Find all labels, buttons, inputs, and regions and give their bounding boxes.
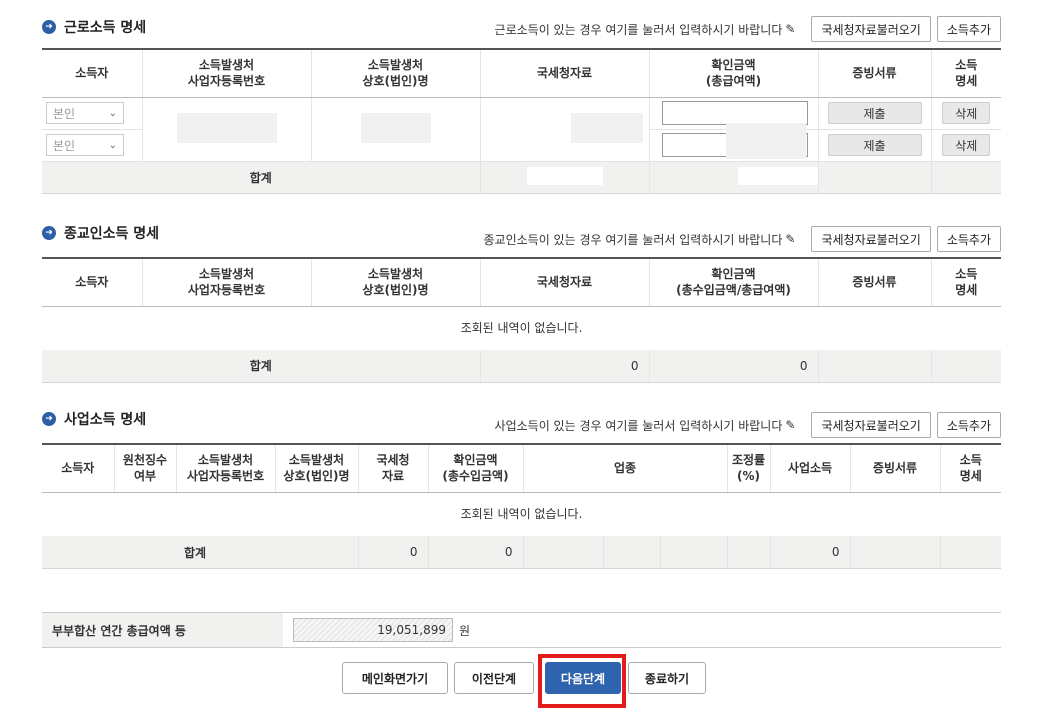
labor-table: 소득자 소득발생처 사업자등록번호 소득발생처 상호(법인)명 국세청자료 확인… <box>42 48 1001 194</box>
col-nts-data: 국세청 자료 <box>357 443 428 493</box>
col-biz-reg-no: 소득발생처 사업자등록번호 <box>141 48 311 98</box>
col-adjust-rate: 조정률 (%) <box>726 443 770 493</box>
labor-section-title: ➜ 근로소득 명세 <box>42 16 146 38</box>
pencil-note-icon[interactable]: ✎ <box>785 418 795 432</box>
business-table: 소득자 원천징수 여부 소득발생처 사업자등록번호 소득발생처 상호(법인)명 … <box>42 443 1001 569</box>
empty-message: 조회된 내역이 없습니다. <box>460 320 583 335</box>
masked-company-name <box>360 112 431 143</box>
sum-row: 합계 0 0 0 <box>42 536 1001 569</box>
delete-row-button[interactable]: 삭제 <box>942 134 991 156</box>
table-row: 본인 ⌄ 제출 삭제 <box>42 97 1001 162</box>
sum-confirmed-amount: 0 <box>648 350 818 383</box>
col-biz-reg-no: 소득발생처 사업자등록번호 <box>141 257 311 307</box>
col-evidence: 증빙서류 <box>849 443 940 493</box>
col-company-name: 소득발생처 상호(법인)명 <box>310 48 480 98</box>
submit-evidence-button[interactable]: 제출 <box>827 102 922 124</box>
col-confirmed-amount: 확인금액 (총수입금액/총급여액) <box>648 257 818 307</box>
business-title-text: 사업소득 명세 <box>64 412 147 428</box>
business-tools: 사업소득이 있는 경우 여기를 눌러서 입력하시기 바랍니다 ✎ 국세청자료불러… <box>495 412 1001 438</box>
col-income-detail: 소득 명세 <box>930 48 1001 98</box>
religious-section-title: ➜ 종교인소득 명세 <box>42 222 159 244</box>
sum-nts-data: 0 <box>479 350 649 383</box>
bullet-arrow-icon: ➜ <box>42 20 56 34</box>
religious-add-button[interactable]: 소득추가 <box>936 226 1001 252</box>
col-income-detail: 소득 명세 <box>930 257 1001 307</box>
couple-total-bar: 부부합산 연간 총급여액 등 19,051,899 원 <box>42 612 1001 648</box>
labor-add-button[interactable]: 소득추가 <box>936 16 1001 42</box>
delete-row-button[interactable]: 삭제 <box>942 102 991 124</box>
religious-title-text: 종교인소득 명세 <box>64 226 160 242</box>
col-evidence: 증빙서류 <box>817 48 931 98</box>
sum-label: 합계 <box>42 161 480 194</box>
religious-note-link[interactable]: 종교인소득이 있는 경우 여기를 눌러서 입력하시기 바랍니다 <box>484 231 783 248</box>
col-nts-data: 국세청자료 <box>479 257 649 307</box>
bullet-arrow-icon: ➜ <box>42 412 56 426</box>
col-industry: 업종 <box>522 443 727 493</box>
business-import-button[interactable]: 국세청자료불러오기 <box>811 412 931 438</box>
finish-button[interactable]: 종료하기 <box>628 662 706 694</box>
bullet-arrow-icon: ➜ <box>42 226 56 240</box>
business-note-link[interactable]: 사업소득이 있는 경우 여기를 눌러서 입력하시기 바랍니다 <box>495 417 783 434</box>
col-confirmed-amount: 확인금액 (총급여액) <box>648 48 818 98</box>
pencil-note-icon[interactable]: ✎ <box>785 22 795 36</box>
col-withholding: 원천징수 여부 <box>113 443 176 493</box>
pencil-note-icon[interactable]: ✎ <box>785 232 795 246</box>
empty-message: 조회된 내역이 없습니다. <box>460 506 583 521</box>
chevron-down-icon: ⌄ <box>108 139 117 151</box>
masked-nts-data <box>570 112 643 143</box>
earner-select[interactable]: 본인 ⌄ <box>46 134 124 156</box>
empty-row: 조회된 내역이 없습니다. <box>42 306 1001 348</box>
col-confirmed-amount: 확인금액 (총수입금액) <box>427 443 523 493</box>
col-biz-reg-no: 소득발생처 사업자등록번호 <box>175 443 275 493</box>
sum-confirmed-amount: 0 <box>427 536 523 569</box>
labor-note-link[interactable]: 근로소득이 있는 경우 여기를 눌러서 입력하시기 바랍니다 <box>495 21 783 38</box>
masked-biz-reg-no <box>176 112 277 143</box>
masked-sum <box>737 166 818 185</box>
col-business-income: 사업소득 <box>769 443 850 493</box>
col-earner: 소득자 <box>42 257 142 307</box>
col-earner: 소득자 <box>42 443 114 493</box>
col-nts-data: 국세청자료 <box>479 48 649 98</box>
business-section-title: ➜ 사업소득 명세 <box>42 408 146 430</box>
masked-overlay <box>726 123 806 159</box>
main-page-button[interactable]: 메인화면가기 <box>342 662 448 694</box>
col-evidence: 증빙서류 <box>817 257 931 307</box>
sum-row: 합계 0 0 <box>42 350 1001 383</box>
sum-label: 합계 <box>42 536 358 569</box>
next-step-highlight-box <box>538 654 626 708</box>
labor-tools: 근로소득이 있는 경우 여기를 눌러서 입력하시기 바랍니다 ✎ 국세청자료불러… <box>495 16 1001 42</box>
prev-step-button[interactable]: 이전단계 <box>454 662 534 694</box>
religious-table: 소득자 소득발생처 사업자등록번호 소득발생처 상호(법인)명 국세청자료 확인… <box>42 257 1001 383</box>
currency-unit: 원 <box>459 623 471 638</box>
couple-total-label: 부부합산 연간 총급여액 등 <box>42 613 283 647</box>
col-earner: 소득자 <box>42 48 142 98</box>
submit-evidence-button[interactable]: 제출 <box>827 134 922 156</box>
sum-row: 합계 <box>42 161 1001 194</box>
labor-title-text: 근로소득 명세 <box>64 20 147 36</box>
chevron-down-icon: ⌄ <box>108 107 117 119</box>
col-income-detail: 소득 명세 <box>939 443 1001 493</box>
labor-import-button[interactable]: 국세청자료불러오기 <box>811 16 931 42</box>
religious-tools: 종교인소득이 있는 경우 여기를 눌러서 입력하시기 바랍니다 ✎ 국세청자료불… <box>484 226 1001 252</box>
sum-label: 합계 <box>42 350 480 383</box>
religious-import-button[interactable]: 국세청자료불러오기 <box>811 226 931 252</box>
col-company-name: 소득발생처 상호(법인)명 <box>310 257 480 307</box>
masked-sum <box>526 166 603 185</box>
earner-select[interactable]: 본인 ⌄ <box>46 102 124 124</box>
sum-nts-data: 0 <box>357 536 428 569</box>
business-add-button[interactable]: 소득추가 <box>936 412 1001 438</box>
empty-row: 조회된 내역이 없습니다. <box>42 492 1001 534</box>
sum-business-income: 0 <box>769 536 850 569</box>
col-company-name: 소득발생처 상호(법인)명 <box>274 443 358 493</box>
confirmed-amount-input[interactable] <box>661 101 808 125</box>
couple-total-value: 19,051,899 <box>293 618 453 642</box>
